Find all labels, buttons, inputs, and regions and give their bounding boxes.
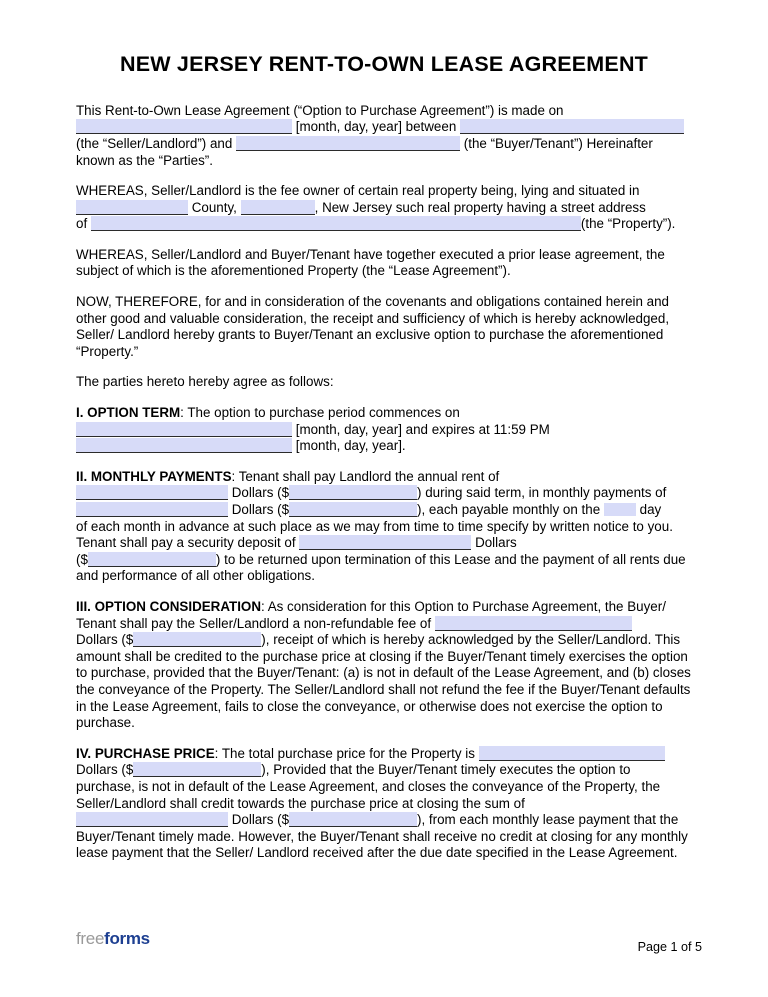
agree-line: The parties hereto hereby agree as follo… xyxy=(76,374,334,390)
field-purchase-price-words[interactable] xyxy=(478,745,665,761)
whereas1-of-label: of xyxy=(76,216,88,232)
section-1-date2-label: [month, day, year]. xyxy=(295,438,406,454)
section-1-intro: : The option to purchase period commence… xyxy=(180,405,460,421)
logo-text-free: free xyxy=(76,929,105,948)
page-number: Page 1 of 5 xyxy=(637,940,702,954)
field-seller-name[interactable] xyxy=(460,119,684,135)
section-1-date1-label: [month, day, year] and expires at 11:59 … xyxy=(295,421,550,437)
field-agreement-date[interactable] xyxy=(76,119,292,135)
field-annual-rent-words[interactable] xyxy=(76,485,228,501)
field-monthly-rent-words[interactable] xyxy=(76,502,228,517)
intro-paragraph: This Rent-to-Own Lease Agreement (“Optio… xyxy=(76,103,692,169)
whereas-paragraph-2: WHEREAS, Seller/Landlord and Buyer/Tenan… xyxy=(76,246,665,279)
page-footer: freeforms Page 1 of 5 xyxy=(76,929,702,954)
section-4-dollars1: Dollars ($ xyxy=(76,762,134,778)
field-monthly-credit-words[interactable] xyxy=(76,812,228,828)
logo-text-forms: forms xyxy=(104,929,150,948)
section-option-term: I. OPTION TERM: The option to purchase p… xyxy=(76,405,692,455)
whereas1-line1: WHEREAS, Seller/Landlord is the fee owne… xyxy=(76,183,640,199)
field-security-deposit-words[interactable] xyxy=(299,535,472,551)
field-option-end-date[interactable] xyxy=(76,438,292,454)
document-body: NEW JERSEY RENT-TO-OWN LEASE AGREEMENT T… xyxy=(76,52,692,876)
field-monthly-credit-amount[interactable] xyxy=(289,812,418,828)
now-therefore-paragraph: NOW, THEREFORE, for and in consideration… xyxy=(76,294,670,359)
intro-line1: This Rent-to-Own Lease Agreement (“Optio… xyxy=(76,102,564,118)
whereas-paragraph-1: WHEREAS, Seller/Landlord is the fee owne… xyxy=(76,183,692,233)
section-3-heading: III. OPTION CONSIDERATION xyxy=(76,598,261,614)
section-2-deposit-dollars: Dollars xyxy=(475,535,517,551)
section-option-consideration: III. OPTION CONSIDERATION: As considerat… xyxy=(76,599,692,732)
intro-seller-label: (the “Seller/Landlord”) and xyxy=(76,135,233,151)
intro-date-label: [month, day, year] between xyxy=(295,119,457,135)
section-2-dollars1: Dollars ($ xyxy=(231,485,290,501)
section-2-heading: II. MONTHLY PAYMENTS xyxy=(76,468,232,484)
section-4-dollars2: Dollars ($ xyxy=(231,812,290,828)
section-4-intro: : The total purchase price for the Prope… xyxy=(214,745,475,761)
intro-buyer-label: (the “Buyer/Tenant”) Hereinafter xyxy=(463,135,653,151)
field-due-day[interactable] xyxy=(603,503,636,516)
section-2-dollars2: Dollars ($ xyxy=(231,502,290,517)
section-2-after-amount1: ) during said term, in monthly payments … xyxy=(417,485,667,501)
section-monthly-payments: II. MONTHLY PAYMENTS: Tenant shall pay L… xyxy=(76,469,692,585)
field-state-city[interactable] xyxy=(240,199,315,215)
field-purchase-price-amount[interactable] xyxy=(133,762,262,778)
whereas1-property-label: (the “Property”). xyxy=(580,216,676,232)
freeforms-logo: freeforms xyxy=(76,929,150,949)
field-annual-rent-amount[interactable] xyxy=(289,485,418,501)
field-monthly-rent-amount[interactable] xyxy=(289,502,418,517)
field-county[interactable] xyxy=(76,199,188,215)
field-option-start-date[interactable] xyxy=(76,421,292,437)
field-option-fee-words[interactable] xyxy=(434,615,632,631)
document-page: NEW JERSEY RENT-TO-OWN LEASE AGREEMENT T… xyxy=(0,0,768,997)
section-3-dollars: Dollars ($ xyxy=(76,632,134,648)
section-4-heading: IV. PURCHASE PRICE xyxy=(76,745,215,761)
field-street-address[interactable] xyxy=(90,216,581,232)
section-1-heading: I. OPTION TERM xyxy=(76,405,181,421)
whereas1-county-label: County, xyxy=(191,199,237,215)
field-security-deposit-amount[interactable] xyxy=(87,551,216,567)
section-purchase-price: IV. PURCHASE PRICE: The total purchase p… xyxy=(76,745,692,862)
field-buyer-name[interactable] xyxy=(236,135,461,151)
section-2-paren-dollar: ($ xyxy=(76,551,88,567)
whereas1-state-label: , New Jersey such real property having a… xyxy=(314,199,646,215)
section-2-after-amount2: ), each payable monthly on the xyxy=(417,502,601,517)
section-2-day-word: day xyxy=(639,502,662,517)
field-option-fee-amount[interactable] xyxy=(133,632,262,648)
section-2-intro: : Tenant shall pay Landlord the annual r… xyxy=(231,468,500,484)
page-title: NEW JERSEY RENT-TO-OWN LEASE AGREEMENT xyxy=(119,52,649,76)
intro-line-end: known as the “Parties”. xyxy=(76,152,213,168)
